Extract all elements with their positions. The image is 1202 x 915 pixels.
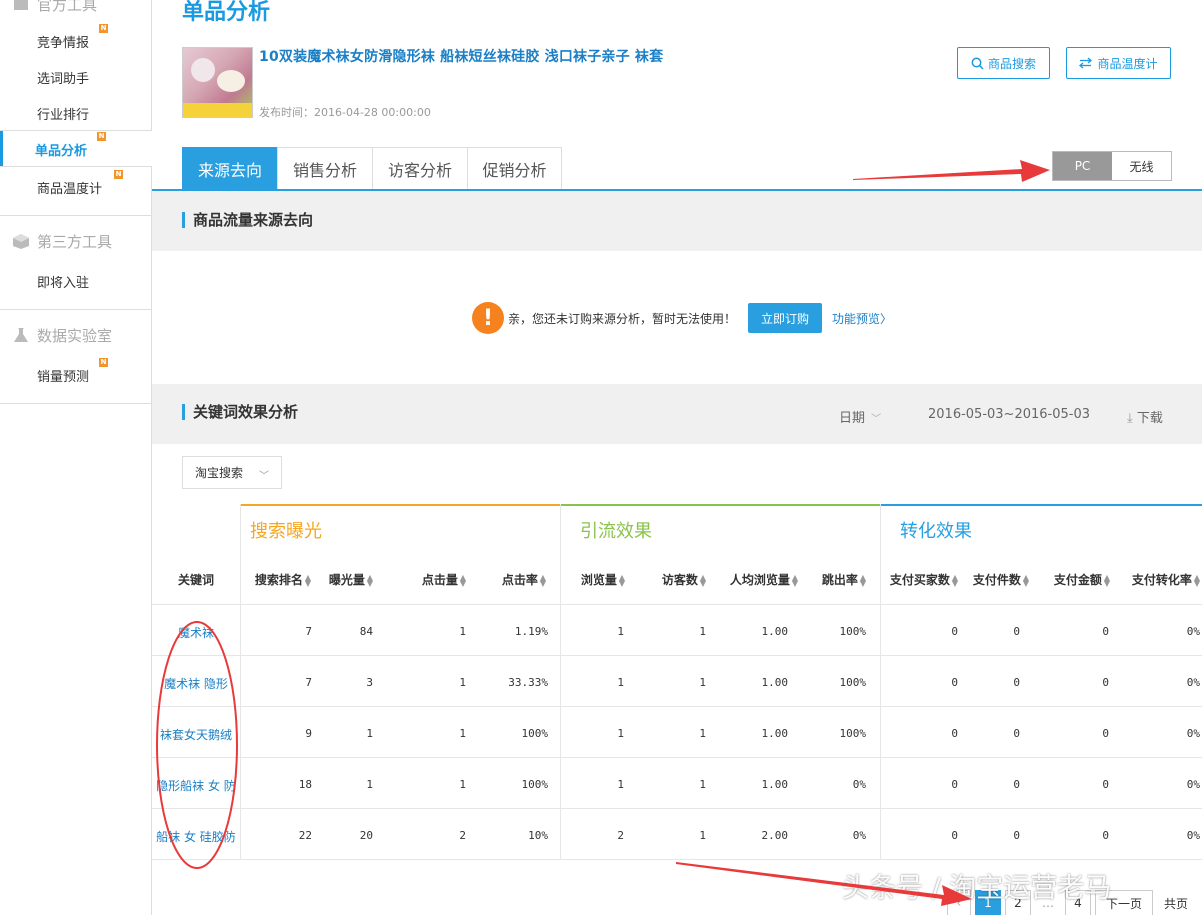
arrow-to-device-toggle [853, 160, 1050, 182]
keyword-highlight-ellipse [156, 621, 238, 869]
annotation-overlay [156, 160, 1050, 906]
arrow-to-pagination [676, 862, 972, 906]
